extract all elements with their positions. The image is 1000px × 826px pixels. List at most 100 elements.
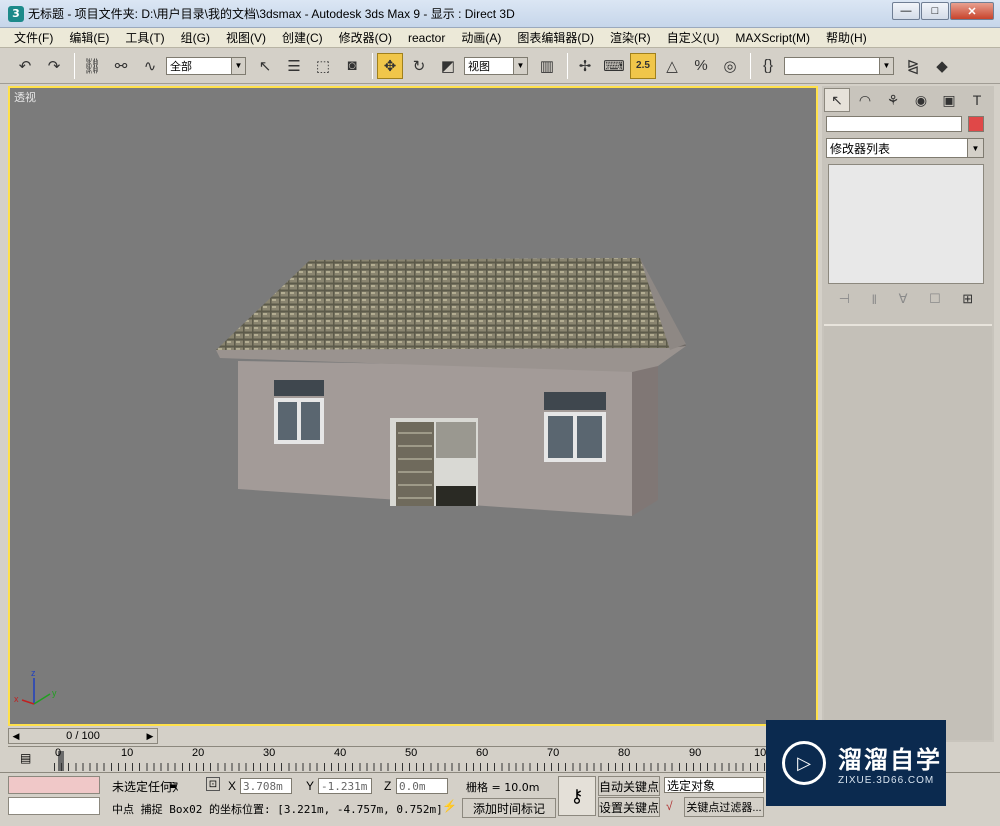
show-end-result-icon[interactable]: ‖ — [872, 292, 877, 307]
mirror-icon[interactable]: ⧎ — [900, 53, 926, 79]
watermark-url: ZIXUE.3D66.COM — [838, 775, 935, 786]
named-selection-sets-dropdown[interactable]: ▼ — [784, 56, 894, 75]
select-and-link-icon[interactable]: ⛓ — [79, 53, 105, 79]
title-bar: 3 无标题 - 项目文件夹: D:\用户目录\我的文档\3dsmax - Aut… — [0, 0, 1000, 28]
add-time-tag-button[interactable]: 添加时间标记 — [462, 798, 556, 818]
watermark-title: 溜溜自学 — [838, 746, 942, 774]
object-color-swatch[interactable] — [968, 116, 984, 132]
chevron-down-icon: ▼ — [879, 57, 893, 74]
unlink-selection-icon[interactable]: ⚯ — [108, 53, 134, 79]
mini-curve-editor-icon[interactable]: ▤ — [20, 751, 38, 765]
keyboard-shortcut-override-icon[interactable]: ⌨ — [601, 53, 627, 79]
undo-icon[interactable]: ↶ — [12, 53, 38, 79]
command-panel: ↖ ◠ ⚘ ◉ ▣ T 修改器列表 ▼ ⊣ ‖ ∀ ☐ ⊞ — [822, 86, 994, 742]
perspective-viewport[interactable]: 透视 z y x — [8, 86, 818, 726]
main-toolbar: ↶ ↷ ⛓ ⚯ ∿ 全部 ▼ ↖ ☰ ⬚ ◙ ✥ ↻ ◩ 视图 ▼ ▥ ✢ ⌨ … — [0, 48, 1000, 84]
menu-tools[interactable]: 工具(T) — [117, 29, 172, 46]
tick-label: 20 — [192, 747, 205, 759]
select-by-name-icon[interactable]: ☰ — [281, 53, 307, 79]
display-tab-icon[interactable]: ▣ — [936, 88, 962, 112]
spinner-snap-icon[interactable]: ◎ — [717, 53, 743, 79]
axis-tripod-icon: z y x — [14, 668, 57, 705]
previous-frame-icon[interactable]: ◀ — [9, 729, 23, 743]
maximize-button[interactable]: □ — [921, 2, 949, 20]
rectangular-selection-icon[interactable]: ⬚ — [310, 53, 336, 79]
tick-label: 70 — [547, 747, 560, 759]
tick-label: 90 — [689, 747, 702, 759]
close-button[interactable]: ✕ — [950, 2, 994, 20]
snap-value: 2.5 — [636, 60, 650, 71]
maxscript-listener-mini[interactable] — [8, 776, 100, 794]
x-label: X — [228, 779, 237, 793]
frame-ticks — [54, 763, 768, 771]
object-name-field[interactable] — [826, 116, 962, 132]
percent-snap-icon[interactable]: % — [688, 53, 714, 79]
remove-modifier-icon[interactable]: ☐ — [929, 291, 941, 307]
angle-snap-icon[interactable]: △ — [659, 53, 685, 79]
select-and-manipulate-icon[interactable]: ✢ — [572, 53, 598, 79]
menu-graph-editors[interactable]: 图表编辑器(D) — [509, 29, 602, 46]
make-unique-icon[interactable]: ∀ — [899, 291, 908, 307]
selection-status: 未选定任何对 — [112, 780, 178, 794]
window-crossing-icon[interactable]: ◙ — [339, 53, 365, 79]
auto-key-button[interactable]: 自动关键点 — [598, 776, 660, 796]
menu-file[interactable]: 文件(F) — [6, 29, 61, 46]
time-slider[interactable]: ◀ 0 / 100 ▶ — [8, 728, 158, 744]
set-key-button[interactable]: 设置关键点 — [598, 797, 660, 817]
prompt-line: 中点 捕捉 Box02 的坐标位置: [3.221m, -4.757m, 0.7… — [112, 803, 442, 816]
reference-coordinate-value: 视图 — [468, 60, 490, 73]
modifier-stack[interactable] — [828, 164, 984, 284]
select-and-move-icon[interactable]: ✥ — [377, 52, 403, 79]
select-and-scale-icon[interactable]: ◩ — [435, 53, 461, 79]
motion-tab-icon[interactable]: ◉ — [908, 88, 934, 112]
absolute-mode-icon[interactable]: ⊡ — [206, 777, 220, 791]
app-logo-icon[interactable]: 3 — [8, 5, 24, 22]
scene-canvas: z y x — [14, 258, 686, 705]
modifier-list-dropdown[interactable]: 修改器列表 ▼ — [826, 138, 984, 158]
menu-create[interactable]: 创建(C) — [274, 29, 331, 46]
menu-help[interactable]: 帮助(H) — [818, 29, 875, 46]
window-controls: — □ ✕ — [891, 2, 994, 20]
z-coordinate-field[interactable]: 0.0m — [396, 778, 448, 794]
create-tab-icon[interactable]: ↖ — [824, 88, 850, 112]
menu-rendering[interactable]: 渲染(R) — [602, 29, 659, 46]
pivot-center-icon[interactable]: ▥ — [534, 53, 560, 79]
utilities-tab-icon[interactable]: T — [964, 88, 990, 112]
axis-y-label: y — [52, 688, 57, 698]
edit-named-selection-icon[interactable]: {} — [755, 53, 781, 79]
bind-to-space-warp-icon[interactable]: ∿ — [137, 53, 163, 79]
hierarchy-tab-icon[interactable]: ⚘ — [880, 88, 906, 112]
menu-edit[interactable]: 编辑(E) — [61, 29, 117, 46]
selection-filter-dropdown[interactable]: 全部 ▼ — [166, 56, 246, 75]
maxscript-input-mini[interactable] — [8, 797, 100, 815]
menu-animation[interactable]: 动画(A) — [453, 29, 509, 46]
minimize-button[interactable]: — — [892, 2, 920, 20]
menu-bar: 文件(F) 编辑(E) 工具(T) 组(G) 视图(V) 创建(C) 修改器(O… — [0, 28, 1000, 48]
x-coordinate-field[interactable]: 3.708m — [240, 778, 292, 794]
redo-icon[interactable]: ↷ — [41, 53, 67, 79]
select-object-icon[interactable]: ↖ — [252, 53, 278, 79]
tick-label: 30 — [263, 747, 276, 759]
chevron-down-icon: ▼ — [231, 57, 245, 74]
track-bar[interactable]: ▤ 0 10 20 30 40 50 60 70 80 90 100 — [8, 746, 772, 772]
snaps-toggle-icon[interactable]: 2.5 — [630, 52, 656, 79]
select-and-rotate-icon[interactable]: ↻ — [406, 53, 432, 79]
align-icon[interactable]: ◆ — [929, 53, 955, 79]
y-coordinate-field[interactable]: -1.231m — [318, 778, 372, 794]
menu-views[interactable]: 视图(V) — [218, 29, 274, 46]
configure-modifier-sets-icon[interactable]: ⊞ — [962, 291, 973, 307]
watermark-text: 溜溜自学 ZIXUE.3D66.COM — [838, 740, 942, 786]
lock-icon[interactable]: 🔒︎ — [170, 777, 176, 792]
menu-maxscript[interactable]: MAXScript(M) — [727, 31, 818, 45]
set-key-icon[interactable]: ⚷ — [558, 776, 596, 816]
menu-modifiers[interactable]: 修改器(O) — [331, 29, 400, 46]
pin-stack-icon[interactable]: ⊣ — [839, 291, 850, 307]
modify-tab-icon[interactable]: ◠ — [852, 88, 878, 112]
next-frame-icon[interactable]: ▶ — [143, 729, 157, 743]
reference-coordinate-dropdown[interactable]: 视图 ▼ — [464, 56, 528, 75]
key-filters-button[interactable]: 关键点过滤器... — [684, 797, 764, 817]
menu-customize[interactable]: 自定义(U) — [659, 29, 728, 46]
menu-reactor[interactable]: reactor — [400, 31, 453, 45]
menu-group[interactable]: 组(G) — [173, 29, 218, 46]
key-mode-dropdown[interactable]: 选定对象 — [664, 777, 764, 793]
